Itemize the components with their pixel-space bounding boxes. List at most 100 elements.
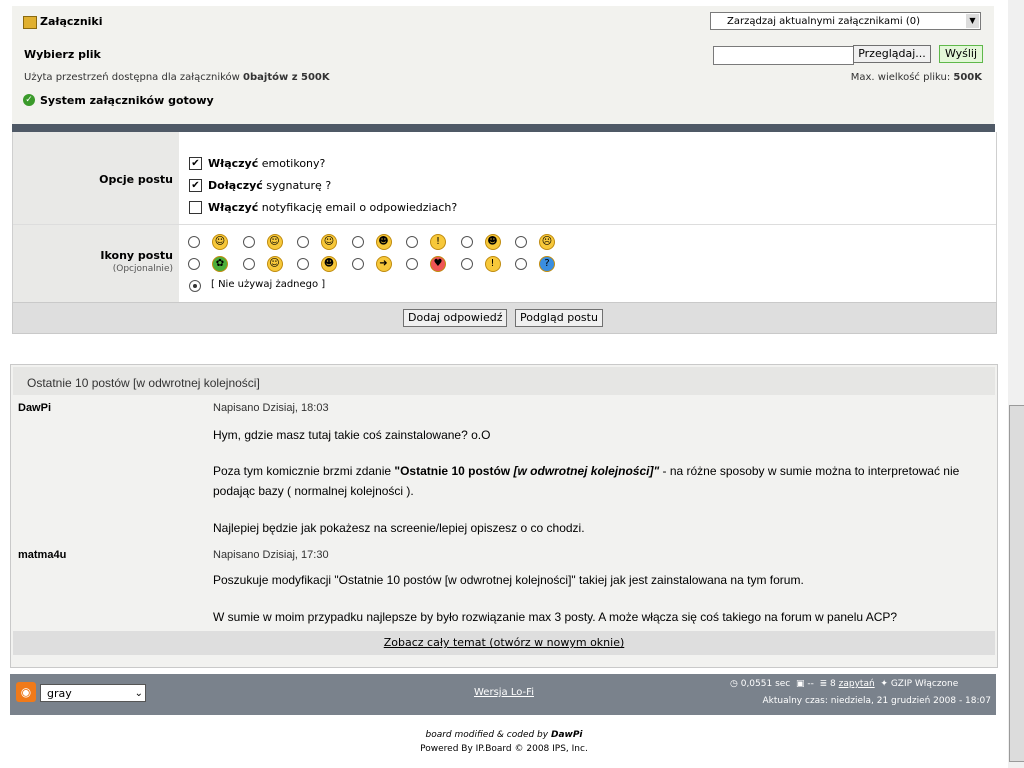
credits-line: board modified & coded by bbox=[425, 730, 551, 740]
skin-select[interactable]: gray ⌄ bbox=[40, 684, 146, 702]
post-icon-radio[interactable] bbox=[406, 236, 418, 248]
server-load: -- bbox=[807, 679, 814, 689]
no-icon-radio[interactable] bbox=[189, 280, 201, 292]
post-icon-radio[interactable] bbox=[188, 258, 200, 270]
queries-link[interactable]: zapytań bbox=[839, 679, 875, 689]
post-icon-smiley-icon: ☺ bbox=[266, 234, 283, 250]
post-author[interactable]: DawPi bbox=[18, 402, 51, 414]
post-icon-radio[interactable] bbox=[242, 258, 255, 270]
emoticons-option-text: emotikony? bbox=[258, 157, 326, 170]
view-topic-link[interactable]: Zobacz cały temat (otwórz w nowym oknie) bbox=[384, 636, 625, 649]
powered-by: Powered By IP.Board © 2008 IPS, Inc. bbox=[420, 744, 588, 754]
attachments-panel: Załączniki Zarządzaj aktualnymi załączni… bbox=[12, 6, 994, 124]
post-icon-radio[interactable] bbox=[460, 258, 473, 270]
current-time: Aktualny czas: niedziela, 21 grudzień 20… bbox=[762, 696, 991, 706]
signature-option-verb: Dołączyć bbox=[208, 179, 263, 192]
post-options-panel: Opcje postu Ikony postu (Opcjonalnie) ✔ W… bbox=[12, 132, 997, 302]
clock-icon: ◷ bbox=[730, 679, 741, 689]
chevron-down-icon: ▼ bbox=[966, 14, 979, 28]
server-stats: ◷ 0,0551 sec ▣ -- ≣ 8 zapytań ✦ GZIP Włą… bbox=[730, 679, 958, 689]
post-icon-radio[interactable] bbox=[515, 258, 527, 270]
post-icon-smiley-icon: ➜ bbox=[375, 256, 392, 272]
credits: board modified & coded by DawPi bbox=[0, 730, 1008, 740]
post-icon-radio[interactable] bbox=[297, 236, 309, 248]
post-icon-smiley-icon: ☻ bbox=[375, 234, 392, 250]
signature-option: Dołączyć sygnaturę ? bbox=[208, 179, 331, 192]
post-icon-radio[interactable] bbox=[460, 236, 473, 248]
no-icon-label: [ Nie używaj żadnego ] bbox=[211, 279, 326, 290]
used-space-value: 0bajtów z 500K bbox=[243, 72, 330, 83]
notify-option: Włączyć notyfikację email o odpowiedziac… bbox=[208, 201, 457, 214]
notify-option-text: notyfikację email o odpowiedziach? bbox=[258, 201, 458, 214]
recent-posts-panel: Ostatnie 10 postów [w odwrotnej kolejnoś… bbox=[10, 364, 998, 668]
post-icon-smiley-icon: ? bbox=[539, 256, 555, 272]
post-icon-radio[interactable] bbox=[242, 236, 255, 248]
send-button[interactable]: Wyślij bbox=[939, 45, 983, 63]
post-text: W sumie w moim przypadku najlepsze by by… bbox=[213, 610, 898, 624]
gzip-icon: ✦ bbox=[880, 679, 888, 689]
emoticons-option-verb: Włączyć bbox=[208, 157, 259, 170]
post-icon-smiley-icon: ☻ bbox=[484, 234, 501, 250]
page-time: 0,0551 sec bbox=[740, 679, 791, 689]
notify-option-verb: Włączyć bbox=[208, 201, 259, 214]
post-icon-smiley-icon: ! bbox=[430, 234, 446, 250]
notify-checkbox[interactable] bbox=[189, 201, 202, 214]
post-icon-smiley-icon: ♥ bbox=[430, 256, 446, 272]
attachments-title: Załączniki bbox=[40, 15, 103, 28]
manage-attachments-label: Zarządzaj aktualnymi załącznikami (0) bbox=[727, 16, 921, 27]
icons-sublabel: (Opcjonalnie) bbox=[112, 264, 173, 274]
max-size-value: 500K bbox=[953, 72, 982, 83]
icons-label-cell: Ikony postu (Opcjonalnie) bbox=[13, 225, 179, 302]
query-count: 8 bbox=[830, 679, 836, 689]
post-icon-radio[interactable] bbox=[351, 258, 364, 270]
icons-label: Ikony postu bbox=[100, 249, 173, 262]
post-date: Napisano Dzisiaj, 18:03 bbox=[213, 402, 329, 414]
post-icon-radio[interactable] bbox=[188, 236, 200, 248]
terminal-icon: ▣ bbox=[795, 679, 805, 689]
check-icon: ✓ bbox=[23, 94, 35, 106]
post-icon-radio[interactable] bbox=[297, 258, 309, 270]
post-icon-smiley-icon: ☺ bbox=[212, 234, 228, 250]
max-size-label: Max. wielkość pliku: bbox=[850, 72, 954, 83]
post-text-part: - na różne sposoby w sumie można to inte… bbox=[659, 464, 960, 478]
chevron-down-icon: ⌄ bbox=[134, 688, 143, 699]
browse-button[interactable]: Przeglądaj... bbox=[853, 45, 931, 63]
post-icon-smiley-icon: ✿ bbox=[212, 256, 228, 272]
post-text: podając bazy ( normalnej kolejności ). bbox=[213, 484, 414, 498]
footer-bar: ◉ gray ⌄ Wersja Lo-Fi ◷ 0,0551 sec ▣ -- ≣… bbox=[10, 674, 996, 715]
divider-bar bbox=[12, 124, 995, 132]
recent-posts-header: Ostatnie 10 postów [w odwrotnej kolejnoś… bbox=[13, 367, 995, 395]
file-path-input[interactable] bbox=[713, 46, 854, 65]
post-text: Poza tym komicznie brzmi zdanie "Ostatni… bbox=[213, 464, 959, 478]
post-icon-radio[interactable] bbox=[351, 236, 364, 248]
preview-post-button[interactable]: Podgląd postu bbox=[515, 309, 603, 327]
post-icon-radio[interactable] bbox=[515, 236, 527, 248]
post-text: Poszukuje modyfikacji "Ostatnie 10 postó… bbox=[213, 573, 804, 587]
post-text: Najlepiej będzie jak pokażesz na screeni… bbox=[213, 521, 585, 535]
submit-bar: Dodaj odpowiedź Podgląd postu bbox=[12, 302, 997, 334]
post-icon-smiley-icon: ☹ bbox=[539, 234, 555, 250]
post-text: Hym, gdzie masz tutaj takie coś zainstal… bbox=[213, 428, 491, 442]
database-icon: ≣ bbox=[819, 679, 828, 689]
recent-posts-title: Ostatnie 10 postów [w odwrotnej kolejnoś… bbox=[27, 376, 260, 390]
options-label-cell: Opcje postu bbox=[13, 132, 179, 224]
lofi-link[interactable]: Wersja Lo-Fi bbox=[474, 687, 534, 698]
manage-attachments-select[interactable]: Zarządzaj aktualnymi załącznikami (0) ▼ bbox=[710, 12, 981, 30]
post-date: Napisano Dzisiaj, 17:30 bbox=[213, 549, 329, 561]
signature-option-text: sygnaturę ? bbox=[262, 179, 332, 192]
credits-author: DawPi bbox=[550, 730, 583, 740]
post-author[interactable]: matma4u bbox=[18, 549, 66, 561]
attachment-icon bbox=[23, 16, 37, 29]
radio-dot bbox=[193, 284, 197, 288]
post-icon-radio[interactable] bbox=[406, 258, 418, 270]
scrollbar-thumb[interactable] bbox=[1009, 405, 1024, 762]
post-text-bold-italic: [w odwrotnej kolejności]" bbox=[513, 464, 660, 478]
post-icon-smiley-icon: ☻ bbox=[321, 256, 337, 272]
post-text-part: Poza tym komicznie brzmi zdanie bbox=[213, 464, 395, 478]
emoticons-checkbox[interactable]: ✔ bbox=[189, 157, 202, 170]
options-label: Opcje postu bbox=[99, 173, 173, 186]
signature-checkbox[interactable]: ✔ bbox=[189, 179, 202, 192]
post-text-bold: "Ostatnie 10 postów bbox=[394, 464, 514, 478]
add-reply-button[interactable]: Dodaj odpowiedź bbox=[403, 309, 508, 327]
rss-icon[interactable]: ◉ bbox=[16, 682, 36, 702]
